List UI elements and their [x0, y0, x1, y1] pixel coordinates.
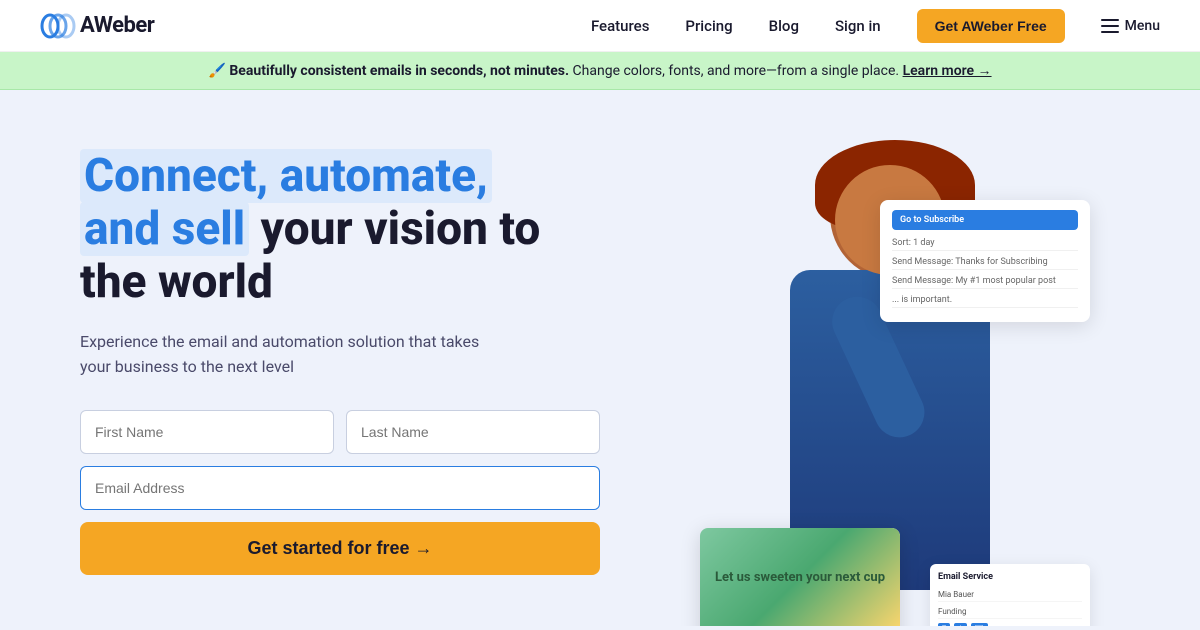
ui-card-automation: Go to Subscribe Sort: 1 day Send Message…	[880, 200, 1090, 322]
announcement-banner: 🖌️ Beautifully consistent emails in seco…	[0, 52, 1200, 90]
ui-card-row-3: Send Message: My #1 most popular post	[892, 274, 1078, 289]
get-started-button[interactable]: Get started for free →	[80, 522, 600, 575]
nav-pricing[interactable]: Pricing	[685, 17, 732, 35]
nav-blog[interactable]: Blog	[769, 17, 799, 35]
email-panel-buttons: T A 🖼	[938, 623, 1082, 626]
ui-card-row-2: Send Message: Thanks for Subscribing	[892, 255, 1078, 270]
hero-heading-highlight2: and sell	[80, 202, 249, 256]
hero-left-content: Connect, automate, and sell your vision …	[80, 140, 600, 575]
hero-right-illustration: Go to Subscribe Sort: 1 day Send Message…	[600, 140, 1120, 626]
email-panel-title: Email Service	[938, 572, 1082, 582]
banner-bold-text: Beautifully consistent emails in seconds…	[229, 63, 569, 79]
hero-subheading: Experience the email and automation solu…	[80, 329, 480, 380]
menu-label: Menu	[1125, 18, 1160, 34]
hero-heading-highlight1: Connect, automate,	[80, 149, 492, 203]
logo-icon	[40, 12, 76, 40]
nav-features[interactable]: Features	[591, 17, 649, 35]
menu-button[interactable]: Menu	[1101, 18, 1160, 34]
hamburger-icon	[1101, 19, 1119, 33]
hero-section: Connect, automate, and sell your vision …	[0, 90, 1200, 626]
email-panel-row-1: Mia Bauer	[938, 588, 1082, 602]
first-name-input[interactable]	[80, 410, 334, 454]
banner-emoji: 🖌️	[208, 63, 225, 79]
email-panel-icon-1: T	[938, 623, 950, 626]
email-input[interactable]	[80, 466, 600, 510]
ui-card-email-template: Let us sweeten your next cup	[700, 528, 900, 626]
nav-links: Features Pricing Blog Sign in Get AWeber…	[591, 9, 1160, 43]
email-panel-row-2: Funding	[938, 605, 1082, 619]
banner-learn-more-link[interactable]: Learn more →	[903, 63, 992, 79]
nav-signin[interactable]: Sign in	[835, 17, 881, 35]
ui-card-email-settings: Email Service Mia Bauer Funding T A 🖼 Ap…	[930, 564, 1090, 626]
email-template-image: Let us sweeten your next cup	[700, 528, 900, 626]
ui-card-row-4: ... is important.	[892, 293, 1078, 308]
last-name-input[interactable]	[346, 410, 600, 454]
email-panel-icon-2: A	[954, 623, 967, 626]
email-panel-icon-3: 🖼	[971, 623, 988, 626]
ui-card-row-1: Sort: 1 day	[892, 236, 1078, 251]
navbar: AWeber Features Pricing Blog Sign in Get…	[0, 0, 1200, 52]
hero-heading: Connect, automate, and sell your vision …	[80, 150, 600, 309]
get-aweber-free-button[interactable]: Get AWeber Free	[917, 9, 1065, 43]
ui-card-bar-label: Go to Subscribe	[900, 215, 964, 225]
email-template-text: Let us sweeten your next cup	[715, 569, 885, 587]
logo-text: AWeber	[80, 13, 154, 38]
hero-image-area: Go to Subscribe Sort: 1 day Send Message…	[710, 140, 1090, 626]
logo[interactable]: AWeber	[40, 12, 154, 40]
ui-card-bar: Go to Subscribe	[892, 210, 1078, 230]
name-fields-row	[80, 410, 600, 454]
banner-regular-text: Change colors, fonts, and more—from a si…	[573, 63, 900, 79]
